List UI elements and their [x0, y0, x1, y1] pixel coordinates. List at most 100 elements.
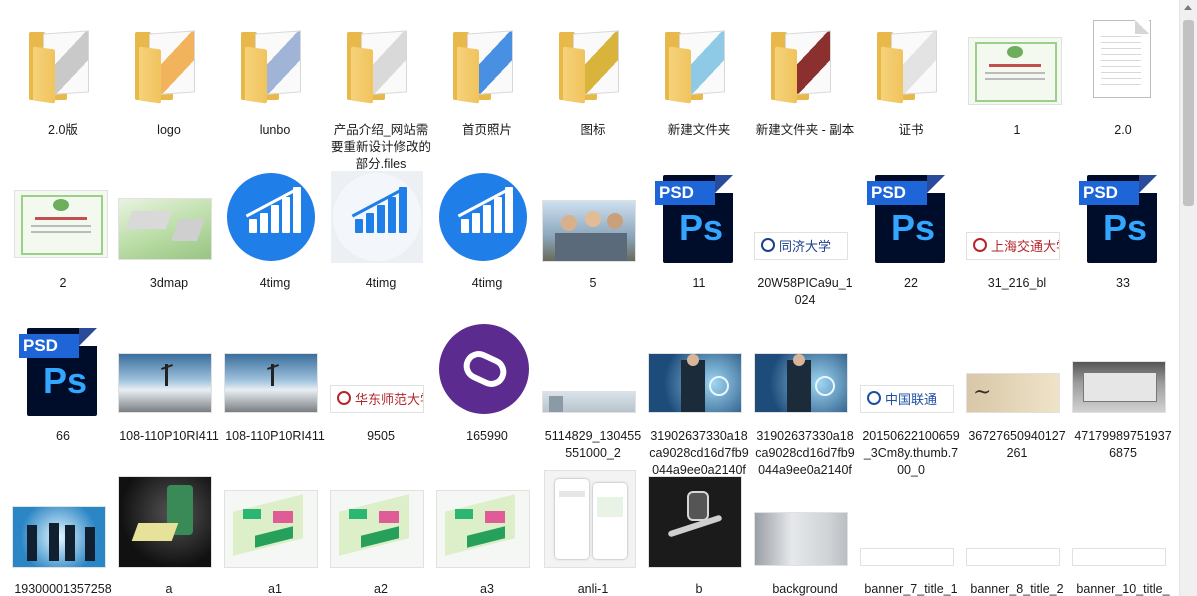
- folder-icon: [225, 18, 325, 116]
- file-item[interactable]: 4timg: [328, 171, 434, 292]
- file-item[interactable]: anli-1: [540, 471, 646, 596]
- file-item[interactable]: 中国联通 20150622100659_3Cm8y.thumb.700_0: [858, 324, 964, 479]
- file-thumbnail: 华东师范大学: [331, 324, 431, 422]
- folder-item[interactable]: 新建文件夹: [646, 18, 752, 139]
- file-thumbnail: [119, 171, 219, 269]
- file-thumbnail: [437, 477, 537, 575]
- file-item[interactable]: 471799897519376875: [1070, 324, 1176, 462]
- scrollbar-thumb[interactable]: [1183, 20, 1194, 206]
- file-item[interactable]: 2: [10, 171, 116, 292]
- file-name: 图标: [580, 123, 606, 137]
- file-name: 2: [59, 276, 67, 290]
- file-grid: 2.0版 logo lunbo 产品介绍_网站需要重新设计修改的部分.files…: [0, 0, 1180, 596]
- folder-icon: [543, 18, 643, 116]
- scroll-up-arrow-icon[interactable]: [1184, 5, 1192, 10]
- file-name: 9505: [367, 429, 395, 443]
- file-item[interactable]: ~ 36727650940127261: [964, 324, 1070, 462]
- file-item[interactable]: a: [116, 477, 222, 596]
- file-name: 4timg: [471, 276, 503, 290]
- file-thumbnail: [225, 477, 325, 575]
- file-name: a: [165, 582, 173, 596]
- file-item[interactable]: 5: [540, 171, 646, 292]
- file-name: 66: [56, 429, 70, 443]
- folder-item[interactable]: 首页照片: [434, 18, 540, 139]
- file-name: 1: [1013, 123, 1021, 137]
- file-name: 4timg: [365, 276, 397, 290]
- file-item[interactable]: 同济大学 20W58PICa9u_1024: [752, 171, 858, 309]
- file-name: banner_7_title_1: [864, 582, 958, 596]
- file-item[interactable]: 31902637330a18ca9028cd16d7fb9044a9ee0a21…: [752, 324, 858, 479]
- file-item[interactable]: 2.0: [1070, 18, 1176, 139]
- file-item[interactable]: 3dmap: [116, 171, 222, 292]
- file-thumbnail: [331, 171, 431, 269]
- file-name: 36727650940127261: [968, 429, 1066, 460]
- file-item[interactable]: 上海交通大学 31_216_bl: [964, 171, 1070, 292]
- file-item[interactable]: a2: [328, 477, 434, 596]
- file-item[interactable]: banner_8_title_2: [964, 477, 1070, 596]
- folder-item[interactable]: 新建文件夹 - 副本: [752, 18, 858, 139]
- file-item[interactable]: 165990: [434, 324, 540, 445]
- psd-icon: PSD Ps: [13, 324, 113, 422]
- file-thumbnail: [543, 471, 643, 575]
- file-thumbnail: [649, 477, 749, 575]
- file-thumbnail: [755, 324, 855, 422]
- folder-icon: [437, 18, 537, 116]
- file-name: 2.0版: [48, 123, 78, 137]
- file-item[interactable]: 4timg: [222, 171, 328, 292]
- folder-item[interactable]: 证书: [858, 18, 964, 139]
- file-name: banner_8_title_2: [970, 582, 1064, 596]
- file-thumbnail: [225, 324, 325, 422]
- file-thumbnail: [967, 477, 1067, 575]
- file-item[interactable]: a1: [222, 477, 328, 596]
- file-name: b: [695, 582, 703, 596]
- file-name: 5: [589, 276, 597, 290]
- file-item[interactable]: a3: [434, 477, 540, 596]
- file-thumbnail: 中国联通: [861, 324, 961, 422]
- file-item[interactable]: 108-110P10RI411: [116, 324, 222, 445]
- file-thumbnail: [543, 171, 643, 269]
- file-thumbnail: [437, 171, 537, 269]
- folder-icon: [119, 18, 219, 116]
- file-item[interactable]: 31902637330a18ca9028cd16d7fb9044a9ee0a21…: [646, 324, 752, 479]
- file-thumbnail: [13, 171, 113, 269]
- file-name: 471799897519376875: [1074, 429, 1172, 460]
- file-name: a1: [268, 582, 282, 596]
- folder-item[interactable]: 产品介绍_网站需要重新设计修改的部分.files: [328, 18, 434, 173]
- file-name: a3: [480, 582, 494, 596]
- file-name: 2.0: [1114, 123, 1132, 137]
- file-item[interactable]: 1930000135725813324816574: [10, 477, 116, 596]
- folder-item[interactable]: logo: [116, 18, 222, 139]
- file-thumbnail: [649, 324, 749, 422]
- folder-item[interactable]: 2.0版: [10, 18, 116, 139]
- file-item[interactable]: PSD Ps 33: [1070, 171, 1176, 292]
- file-item[interactable]: PSD Ps 11: [646, 171, 752, 292]
- file-name: 11: [692, 276, 706, 290]
- vertical-scrollbar[interactable]: [1179, 0, 1197, 596]
- logo-text: 中国联通: [885, 393, 938, 408]
- file-item[interactable]: 108-110P10RI411: [222, 324, 328, 445]
- file-thumbnail: [331, 477, 431, 575]
- file-item[interactable]: 4timg: [434, 171, 540, 292]
- file-name: 20W58PICa9u_1024: [757, 276, 853, 307]
- logo-text: 上海交通大学: [991, 240, 1059, 255]
- file-name: 1930000135725813324816574: [14, 582, 112, 596]
- file-item[interactable]: 华东师范大学 9505: [328, 324, 434, 445]
- file-name: banner_10_title_1: [1076, 582, 1170, 596]
- file-item[interactable]: banner_10_title_1: [1070, 477, 1176, 596]
- file-name: 165990: [466, 429, 508, 443]
- file-item[interactable]: banner_7_title_1: [858, 477, 964, 596]
- file-name: 31902637330a18ca9028cd16d7fb9044a9ee0a21…: [649, 429, 749, 477]
- file-name: 新建文件夹: [667, 123, 731, 137]
- file-item[interactable]: b: [646, 477, 752, 596]
- file-item[interactable]: 5114829_130455551000_2: [540, 324, 646, 462]
- file-item[interactable]: PSD Ps 66: [10, 324, 116, 445]
- logo-text: 华东师范大学: [355, 393, 423, 408]
- folder-item[interactable]: lunbo: [222, 18, 328, 139]
- file-item[interactable]: background: [752, 477, 858, 596]
- folder-item[interactable]: 图标: [540, 18, 646, 139]
- folder-icon: [861, 18, 961, 116]
- file-name: background: [772, 582, 838, 596]
- file-thumbnail: [119, 477, 219, 575]
- file-item[interactable]: PSD Ps 22: [858, 171, 964, 292]
- file-item[interactable]: 1: [964, 18, 1070, 139]
